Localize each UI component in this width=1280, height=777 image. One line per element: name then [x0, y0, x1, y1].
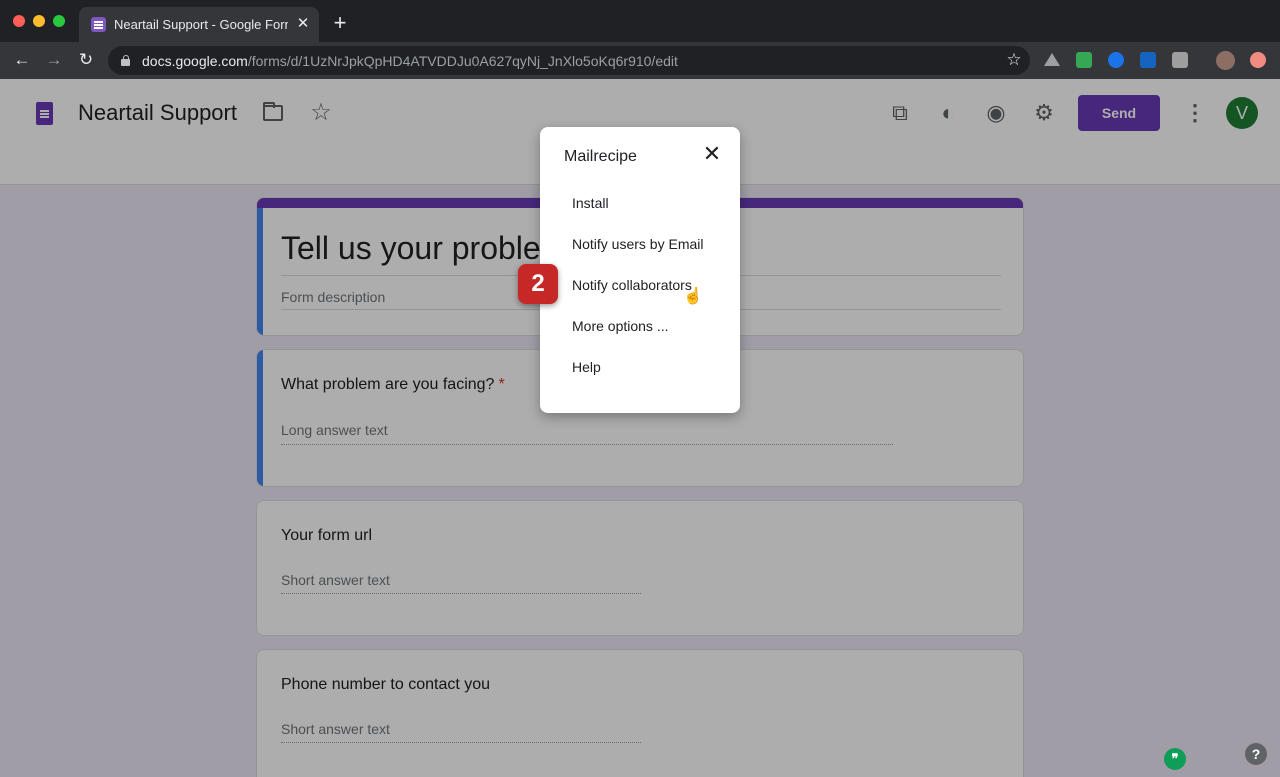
tab-strip: Neartail Support - Google Form ✕ + — [0, 0, 1280, 42]
tab-title: Neartail Support - Google Form — [114, 17, 288, 32]
minimize-window-button[interactable] — [33, 15, 45, 27]
bookmark-star-icon[interactable]: ☆ — [1004, 50, 1024, 70]
browser-window: Neartail Support - Google Form ✕ + ← → ↻… — [0, 0, 1280, 777]
address-bar[interactable]: docs.google.com/forms/d/1UzNrJpkQpHD4ATV… — [108, 46, 1030, 75]
close-icon[interactable]: ✕ — [702, 143, 722, 165]
mailrecipe-menu-dialog: Mailrecipe ✕ Install Notify users by Ema… — [540, 127, 740, 413]
lock-icon — [121, 55, 130, 66]
back-arrow-icon[interactable]: ← — [12, 50, 32, 70]
help-question-icon[interactable]: ? — [1245, 743, 1267, 765]
dialog-title: Mailrecipe — [564, 148, 637, 165]
close-icon[interactable]: ✕ — [294, 15, 312, 33]
browser-profile-avatar[interactable] — [1216, 51, 1235, 70]
compass-extension-icon[interactable] — [1108, 52, 1124, 68]
google-forms-favicon-icon — [91, 17, 106, 32]
menu-item-help[interactable]: Help — [572, 359, 601, 375]
forward-arrow-icon[interactable]: → — [44, 50, 64, 70]
browser-toolbar: ← → ↻ docs.google.com/forms/d/1UzNrJpkQp… — [0, 42, 1280, 79]
mail-extension-icon[interactable] — [1076, 52, 1092, 68]
hand-pointer-cursor-icon: ☝ — [683, 288, 703, 305]
menu-item-install[interactable]: Install — [572, 195, 609, 211]
chat-extension-icon[interactable] — [1172, 52, 1188, 68]
plus-icon[interactable]: + — [330, 12, 350, 34]
tab-neartail-support[interactable]: Neartail Support - Google Form ✕ — [79, 7, 319, 42]
google-drive-extension-icon[interactable] — [1044, 53, 1060, 66]
neartail-extension-icon[interactable] — [1140, 52, 1156, 68]
menu-item-notify-collaborators[interactable]: Notify collaborators — [572, 277, 692, 293]
menu-item-notify-users-by-email[interactable]: Notify users by Email — [572, 236, 703, 252]
close-window-button[interactable] — [13, 15, 25, 27]
pink-extension-icon[interactable] — [1250, 52, 1266, 68]
reload-icon[interactable]: ↻ — [76, 50, 96, 70]
url-text: docs.google.com/forms/d/1UzNrJpkQpHD4ATV… — [142, 53, 678, 69]
maximize-window-button[interactable] — [53, 15, 65, 27]
hangouts-quote-icon[interactable]: ❞ — [1164, 748, 1186, 770]
menu-item-more-options[interactable]: More options ... — [572, 318, 669, 334]
step-number-badge: 2 — [518, 264, 558, 304]
